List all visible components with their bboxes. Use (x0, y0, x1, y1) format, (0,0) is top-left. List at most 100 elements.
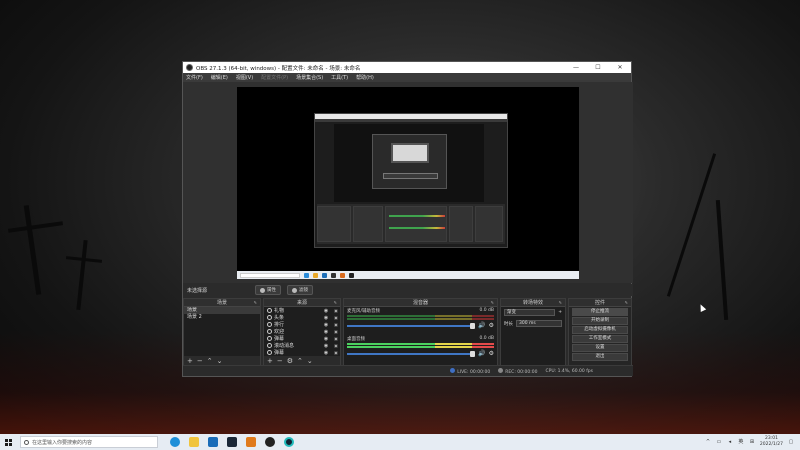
speaker-icon[interactable]: 🔊 (478, 322, 485, 329)
track-head: 桌面音频 0.0 dB (347, 336, 494, 342)
volume-fader[interactable] (347, 322, 476, 329)
source-name: 排行 (274, 322, 285, 328)
lock-icon[interactable]: ▣ (332, 329, 340, 334)
source-item[interactable]: 欢迎 ◉ ▣ (264, 328, 340, 335)
source-item[interactable]: 排行 ◉ ▣ (264, 321, 340, 328)
menu-edit[interactable]: 编辑(E) (211, 74, 228, 81)
nested-dock (475, 206, 503, 242)
menu-profile[interactable]: 配置文件(P) (261, 74, 288, 81)
live-icon (450, 367, 456, 373)
source-toolbar: 未选择源 属性 滤镜 (183, 284, 633, 296)
nested-deep-screen (391, 143, 429, 163)
network-icon[interactable]: ▭ (716, 439, 722, 445)
controls-body: 停止推流 开始录制 启动虚拟摄像机 工作室模式 设置 退出 (569, 307, 631, 366)
visibility-eye-icon[interactable]: ◉ (322, 329, 330, 335)
gear-icon[interactable]: ⚙ (489, 322, 494, 329)
transitions-dock-header: 转场特效 ✎ (501, 299, 565, 307)
visibility-eye-icon[interactable]: ◉ (322, 350, 330, 356)
maximize-button[interactable]: ☐ (587, 64, 609, 71)
minimize-button[interactable]: — (565, 64, 587, 71)
add-scene-icon[interactable]: + (187, 357, 193, 365)
taskbar-clock[interactable]: 23:01 2022/1/27 (760, 436, 783, 448)
transition-type-select[interactable]: 渐变 (504, 309, 556, 316)
menu-help[interactable]: 帮助(H) (356, 74, 374, 81)
lock-icon[interactable]: ▣ (332, 322, 340, 327)
speaker-icon[interactable]: 🔊 (478, 350, 485, 357)
source-item[interactable]: 礼物 ◉ ▣ (264, 307, 340, 314)
controls-dock-title: 控件 (594, 300, 605, 306)
chevron-up-icon[interactable]: ^ (705, 439, 711, 445)
visibility-eye-icon[interactable]: ◉ (322, 336, 330, 342)
undock-icon[interactable]: ✎ (559, 300, 562, 305)
remove-source-icon[interactable]: − (277, 357, 283, 365)
sources-dock: 来源 ✎ 礼物 ◉ ▣ 头条 ◉ ▣ 排行 ◉ ▣ 欢迎 ◉ ▣ 弹幕 ◉ ▣ 滚动消息 ◉ ▣ 弹幕 ◉… (263, 298, 341, 366)
scene-item[interactable]: 场景 (184, 307, 260, 314)
source-item[interactable]: 头条 ◉ ▣ (264, 314, 340, 321)
undock-icon[interactable]: ✎ (625, 300, 628, 305)
gear-icon[interactable]: ⚙ (489, 350, 494, 357)
start-virtual-camera-button[interactable]: 启动虚拟摄像机 (572, 326, 628, 334)
steam-icon[interactable] (227, 437, 237, 447)
properties-button[interactable]: 属性 (255, 285, 282, 295)
visibility-eye-icon[interactable]: ◉ (322, 322, 330, 328)
taskbar-search-input[interactable]: 在这里输入你要搜索的内容 (20, 436, 158, 448)
mail-icon[interactable] (208, 437, 218, 447)
lock-icon[interactable]: ▣ (332, 350, 340, 355)
menu-tools[interactable]: 工具(T) (331, 74, 348, 81)
edge-icon[interactable] (170, 437, 180, 447)
keyboard-icon[interactable]: ⊞ (749, 439, 755, 445)
file-explorer-icon[interactable] (189, 437, 199, 447)
undock-icon[interactable]: ✎ (334, 300, 337, 305)
exit-button[interactable]: 退出 (572, 353, 628, 361)
duration-input[interactable]: 300 ms (516, 320, 562, 327)
source-item[interactable]: 弹幕 ◉ ▣ (264, 335, 340, 342)
start-recording-button[interactable]: 开始录制 (572, 317, 628, 325)
preview-canvas[interactable] (237, 87, 579, 279)
volume-fader[interactable] (347, 350, 476, 357)
visibility-eye-icon[interactable]: ◉ (322, 315, 330, 321)
captured-app-icon (313, 272, 318, 278)
volume-meter (347, 315, 494, 317)
lock-icon[interactable]: ▣ (332, 343, 340, 348)
obs-taskbar-icon[interactable] (265, 437, 275, 447)
menu-view[interactable]: 视图(V) (236, 74, 253, 81)
lock-icon[interactable]: ▣ (332, 336, 340, 341)
undock-icon[interactable]: ✎ (491, 300, 494, 305)
remove-scene-icon[interactable]: − (197, 357, 203, 365)
move-down-icon[interactable]: ⌄ (217, 357, 223, 365)
volume-icon[interactable]: ◂ (727, 439, 733, 445)
notification-icon[interactable]: ▢ (788, 439, 794, 445)
settings-button[interactable]: 设置 (572, 344, 628, 352)
source-properties-icon[interactable]: ⚙ (287, 357, 293, 365)
visibility-eye-icon[interactable]: ◉ (322, 343, 330, 349)
ime-indicator[interactable]: 英 (738, 439, 744, 445)
transitions-body: 渐变 + 时长 300 ms (501, 307, 565, 366)
menu-file[interactable]: 文件(F) (186, 74, 203, 81)
add-source-icon[interactable]: + (267, 357, 273, 365)
undock-icon[interactable]: ✎ (254, 300, 257, 305)
live-label: LIVE: (457, 369, 469, 375)
lock-icon[interactable]: ▣ (332, 308, 340, 313)
menu-scene-collection[interactable]: 场景集合(S) (296, 74, 323, 81)
move-up-icon[interactable]: ⌃ (297, 357, 303, 365)
source-item[interactable]: 滚动消息 ◉ ▣ (264, 342, 340, 349)
no-source-label: 未选择源 (187, 287, 208, 294)
app-orange-icon[interactable] (246, 437, 256, 447)
source-item[interactable]: 弹幕 ◉ ▣ (264, 349, 340, 356)
filters-button[interactable]: 滤镜 (287, 285, 314, 295)
nested-docks (317, 204, 505, 244)
move-down-icon[interactable]: ⌄ (307, 357, 313, 365)
title-bar[interactable]: OBS 27.1.3 (64-bit, windows) - 配置文件: 未命名… (183, 62, 631, 73)
transition-add-icon[interactable]: + (558, 310, 562, 315)
close-button[interactable]: ✕ (609, 64, 631, 71)
fader-knob[interactable] (470, 350, 476, 357)
visibility-eye-icon[interactable]: ◉ (322, 308, 330, 314)
lock-icon[interactable]: ▣ (332, 315, 340, 320)
stop-streaming-button[interactable]: 停止推流 (572, 308, 628, 316)
scene-item[interactable]: 场景 2 (184, 314, 260, 321)
app-dark-icon[interactable] (284, 437, 294, 447)
fader-knob[interactable] (470, 322, 476, 329)
move-up-icon[interactable]: ⌃ (207, 357, 213, 365)
start-button[interactable] (0, 434, 16, 450)
studio-mode-button[interactable]: 工作室模式 (572, 335, 628, 343)
